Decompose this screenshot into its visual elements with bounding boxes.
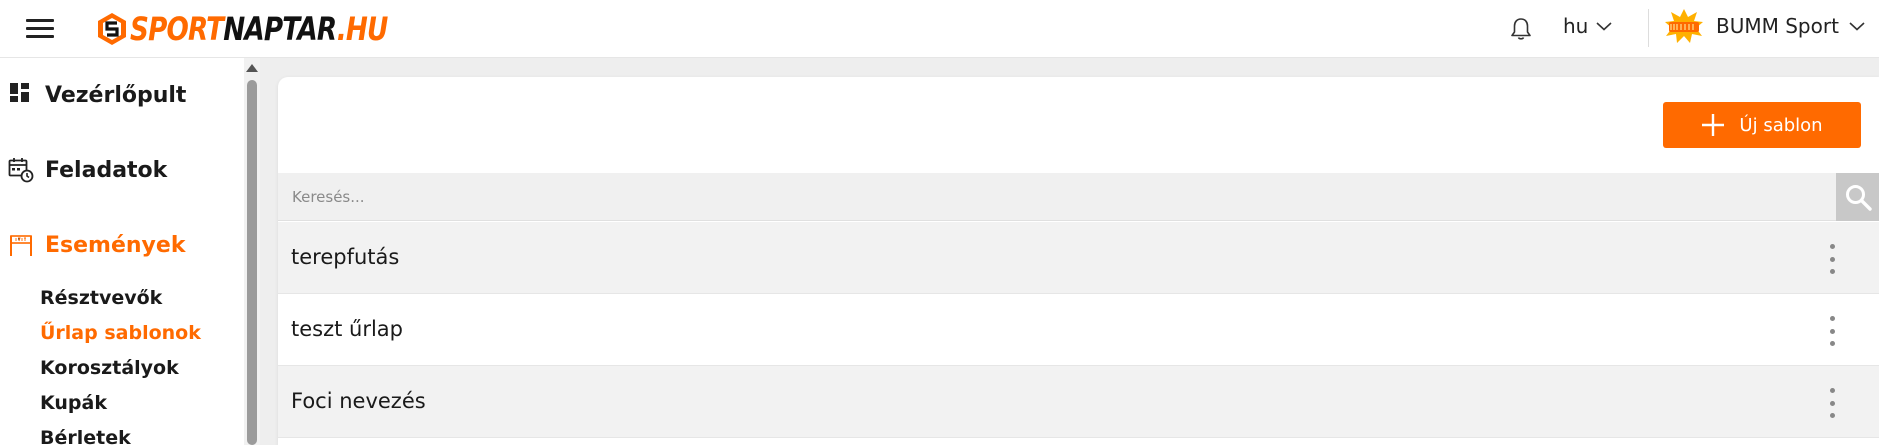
chevron-down-icon (1596, 22, 1612, 31)
sidebar: Vezérlőpult Feladatok Események Résztvev… (0, 58, 260, 445)
bell-icon[interactable] (1508, 16, 1534, 42)
search-input[interactable] (278, 173, 1836, 221)
table-row[interactable]: teszt űrlap (278, 294, 1879, 366)
language-label: hu (1563, 14, 1589, 38)
new-template-label: Új sablon (1739, 114, 1823, 136)
template-name: teszt űrlap (291, 317, 404, 341)
sidebar-item-label: Vezérlőpult (45, 82, 187, 108)
hamburger-icon[interactable] (26, 19, 54, 39)
start-gate-icon (10, 235, 32, 256)
sidebar-scrollbar-thumb[interactable] (247, 80, 257, 445)
sidebar-item-label: Feladatok (45, 157, 168, 183)
search-bar (278, 173, 1879, 221)
more-options-icon[interactable] (1827, 388, 1837, 418)
sidebar-subitem-age-groups[interactable]: Korosztályok (40, 357, 179, 379)
plus-icon (1702, 114, 1725, 136)
sidebar-subitem-passes[interactable]: Bérletek (40, 427, 131, 445)
logo-text-sport: SPORT (130, 10, 224, 48)
sidebar-subitem-cups[interactable]: Kupák (40, 392, 107, 414)
search-button[interactable] (1836, 173, 1879, 221)
logo-mark-icon (98, 13, 126, 45)
organization-name: BUMM Sport (1716, 14, 1839, 38)
organization-selector[interactable]: BUMM Sport (1664, 8, 1865, 44)
logo-text-naptar: NAPTAR (223, 10, 337, 48)
calendar-clock-icon (8, 158, 34, 183)
top-bar: SPORTNAPTAR.HU hu BUMM Sport (0, 0, 1879, 58)
header-divider (1648, 9, 1649, 47)
sidebar-subitem-form-templates[interactable]: Űrlap sablonok (40, 322, 201, 344)
template-name: Foci nevezés (291, 389, 426, 413)
search-icon (1845, 185, 1872, 211)
site-logo[interactable]: SPORTNAPTAR.HU (97, 10, 444, 48)
logo-text: SPORTNAPTAR.HU (130, 10, 389, 48)
sidebar-subitem-participants[interactable]: Résztvevők (40, 287, 162, 309)
bumm-logo-icon (1665, 9, 1703, 43)
template-name: terepfutás (291, 245, 400, 269)
dashboard-icon (10, 83, 29, 102)
sidebar-item-label: Események (45, 232, 186, 258)
scroll-up-arrow-icon[interactable] (246, 64, 258, 72)
table-row[interactable]: Foci nevezés (278, 366, 1879, 438)
chevron-down-icon (1849, 22, 1865, 31)
table-row[interactable]: terepfutás (278, 222, 1879, 294)
logo-text-hu: .HU (336, 10, 389, 48)
templates-card: Új sablon terepfutás teszt űrlap Foci ne… (278, 77, 1879, 445)
new-template-button[interactable]: Új sablon (1663, 102, 1861, 148)
language-selector[interactable]: hu (1563, 14, 1612, 38)
more-options-icon[interactable] (1827, 244, 1837, 274)
more-options-icon[interactable] (1827, 316, 1837, 346)
